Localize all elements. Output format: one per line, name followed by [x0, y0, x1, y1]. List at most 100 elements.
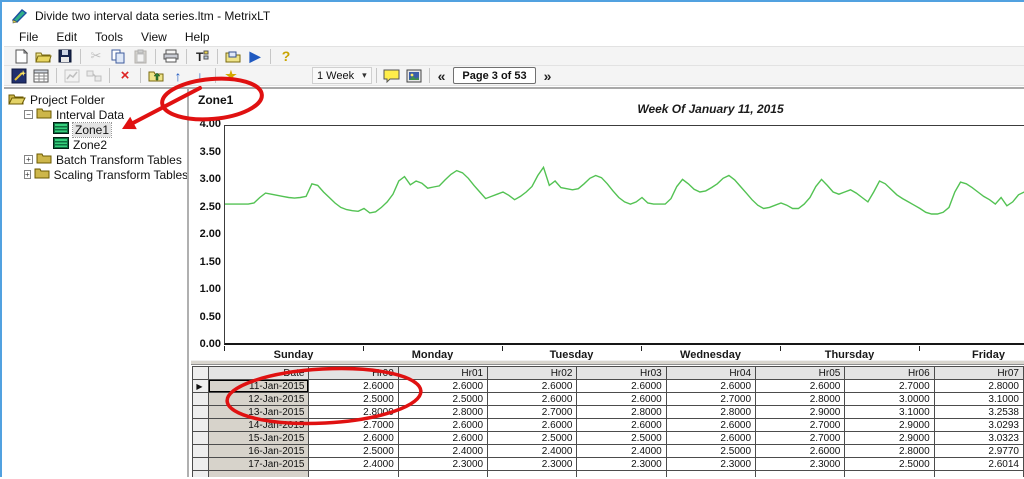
row-selector[interactable] — [193, 432, 209, 445]
data-grid-icon[interactable] — [31, 67, 51, 85]
value-cell[interactable]: 2.3000 — [577, 458, 666, 471]
save-icon[interactable] — [55, 47, 75, 65]
value-cell[interactable]: 2.3000 — [756, 458, 845, 471]
sidebar-item-zone2[interactable]: Zone2 — [4, 137, 187, 152]
value-cell[interactable]: 2.7000 — [488, 406, 577, 419]
date-cell[interactable]: 14-Jan-2015 — [208, 419, 309, 432]
row-selector[interactable] — [193, 393, 209, 406]
sidebar-item-zone1[interactable]: Zone1 — [4, 122, 187, 137]
row-selector[interactable] — [193, 445, 209, 458]
date-cell[interactable]: 11-Jan-2015 — [208, 380, 309, 393]
value-cell[interactable]: 2.6000 — [666, 419, 755, 432]
copy-icon[interactable] — [108, 47, 128, 65]
value-cell[interactable]: 2.8000 — [666, 406, 755, 419]
value-cell[interactable]: 2.7000 — [666, 393, 755, 406]
prev-page-button[interactable]: « — [434, 68, 450, 84]
value-cell[interactable]: 2.6000 — [666, 432, 755, 445]
value-cell[interactable]: 2.8000 — [398, 406, 487, 419]
run-icon[interactable]: ▶ — [245, 47, 265, 65]
menu-file[interactable]: File — [10, 29, 47, 46]
help-icon[interactable]: ? — [276, 47, 296, 65]
value-cell[interactable]: 2.6000 — [488, 419, 577, 432]
value-cell[interactable]: 2.9000 — [845, 432, 934, 445]
value-cell[interactable]: 2.4000 — [398, 445, 487, 458]
print-icon[interactable] — [161, 47, 181, 65]
value-cell[interactable]: 2.9000 — [845, 419, 934, 432]
value-cell[interactable]: 3.0323 — [934, 432, 1023, 445]
value-cell[interactable]: 2.7000 — [845, 380, 934, 393]
move-down-icon[interactable]: ↓ — [190, 67, 210, 85]
value-cell[interactable]: 2.8000 — [756, 393, 845, 406]
value-cell[interactable]: 2.5000 — [309, 393, 398, 406]
expand-icon[interactable]: + — [24, 170, 31, 179]
value-cell[interactable]: 2.3000 — [488, 458, 577, 471]
expand-icon[interactable]: + — [24, 155, 33, 164]
date-cell[interactable]: 13-Jan-2015 — [208, 406, 309, 419]
horizontal-splitter[interactable] — [191, 360, 1024, 365]
wizard-icon[interactable] — [9, 67, 29, 85]
value-cell[interactable]: 2.5000 — [398, 393, 487, 406]
menu-edit[interactable]: Edit — [47, 29, 86, 46]
value-cell[interactable]: 2.6000 — [309, 432, 398, 445]
value-cell[interactable]: 2.6000 — [756, 380, 845, 393]
page-indicator[interactable]: Page 3 of 53 — [453, 67, 535, 84]
value-cell[interactable]: 2.4000 — [488, 445, 577, 458]
highlight-icon[interactable]: ★ — [221, 67, 241, 85]
collapse-icon[interactable]: − — [24, 110, 33, 119]
menu-tools[interactable]: Tools — [86, 29, 132, 46]
value-cell[interactable]: 2.6000 — [577, 393, 666, 406]
value-cell[interactable]: 3.1000 — [845, 406, 934, 419]
tree-properties-icon[interactable]: T — [192, 47, 212, 65]
value-cell[interactable]: 2.5000 — [845, 458, 934, 471]
value-cell[interactable]: 2.4000 — [309, 458, 398, 471]
value-cell[interactable]: 2.5000 — [309, 445, 398, 458]
image-export-icon[interactable] — [404, 67, 424, 85]
folder-up-icon[interactable] — [146, 67, 166, 85]
chart-link-icon[interactable] — [62, 67, 82, 85]
date-cell[interactable]: 12-Jan-2015 — [208, 393, 309, 406]
value-cell[interactable]: 2.6000 — [577, 380, 666, 393]
sidebar-item-scaling-transform-tables[interactable]: +Scaling Transform Tables — [4, 167, 187, 182]
value-cell[interactable]: 2.6000 — [309, 380, 398, 393]
value-cell[interactable]: 2.7000 — [756, 432, 845, 445]
value-cell[interactable]: 2.6000 — [398, 419, 487, 432]
value-cell[interactable]: 2.9000 — [756, 406, 845, 419]
value-cell[interactable]: 2.8000 — [309, 406, 398, 419]
date-cell[interactable]: 16-Jan-2015 — [208, 445, 309, 458]
value-cell[interactable]: 2.5000 — [488, 432, 577, 445]
row-selector[interactable] — [193, 406, 209, 419]
row-selector[interactable] — [193, 458, 209, 471]
next-page-button[interactable]: » — [540, 68, 556, 84]
value-cell[interactable]: 2.6000 — [756, 445, 845, 458]
value-cell[interactable]: 2.7000 — [309, 419, 398, 432]
sidebar-item-batch-transform-tables[interactable]: +Batch Transform Tables — [4, 152, 187, 167]
value-cell[interactable]: 3.1000 — [934, 393, 1023, 406]
value-cell[interactable]: 2.6000 — [488, 380, 577, 393]
date-cell[interactable]: 15-Jan-2015 — [208, 432, 309, 445]
new-document-icon[interactable] — [11, 47, 31, 65]
value-cell[interactable]: 3.0000 — [845, 393, 934, 406]
value-cell[interactable]: 3.2538 — [934, 406, 1023, 419]
value-cell[interactable]: 2.8000 — [934, 380, 1023, 393]
value-cell[interactable]: 2.6000 — [398, 432, 487, 445]
delete-icon[interactable]: × — [115, 67, 135, 85]
value-cell[interactable]: 2.4000 — [577, 445, 666, 458]
paste-icon[interactable] — [130, 47, 150, 65]
value-cell[interactable]: 2.6000 — [398, 380, 487, 393]
value-cell[interactable]: 2.6000 — [577, 419, 666, 432]
current-row-marker[interactable]: ▶ — [193, 380, 209, 393]
value-cell[interactable]: 2.3000 — [398, 458, 487, 471]
cut-icon[interactable]: ✂ — [86, 47, 106, 65]
value-cell[interactable]: 2.3000 — [666, 458, 755, 471]
menu-help[interactable]: Help — [176, 29, 219, 46]
value-cell[interactable]: 2.9770 — [934, 445, 1023, 458]
move-up-icon[interactable]: ↑ — [168, 67, 188, 85]
sidebar-item-project-folder[interactable]: Project Folder — [4, 92, 187, 107]
value-cell[interactable]: 2.6014 — [934, 458, 1023, 471]
comment-icon[interactable] — [382, 67, 402, 85]
value-cell[interactable]: 3.0293 — [934, 419, 1023, 432]
value-cell[interactable]: 2.5000 — [577, 432, 666, 445]
value-cell[interactable]: 2.8000 — [577, 406, 666, 419]
value-cell[interactable]: 2.5000 — [666, 445, 755, 458]
open-folder-icon[interactable] — [33, 47, 53, 65]
